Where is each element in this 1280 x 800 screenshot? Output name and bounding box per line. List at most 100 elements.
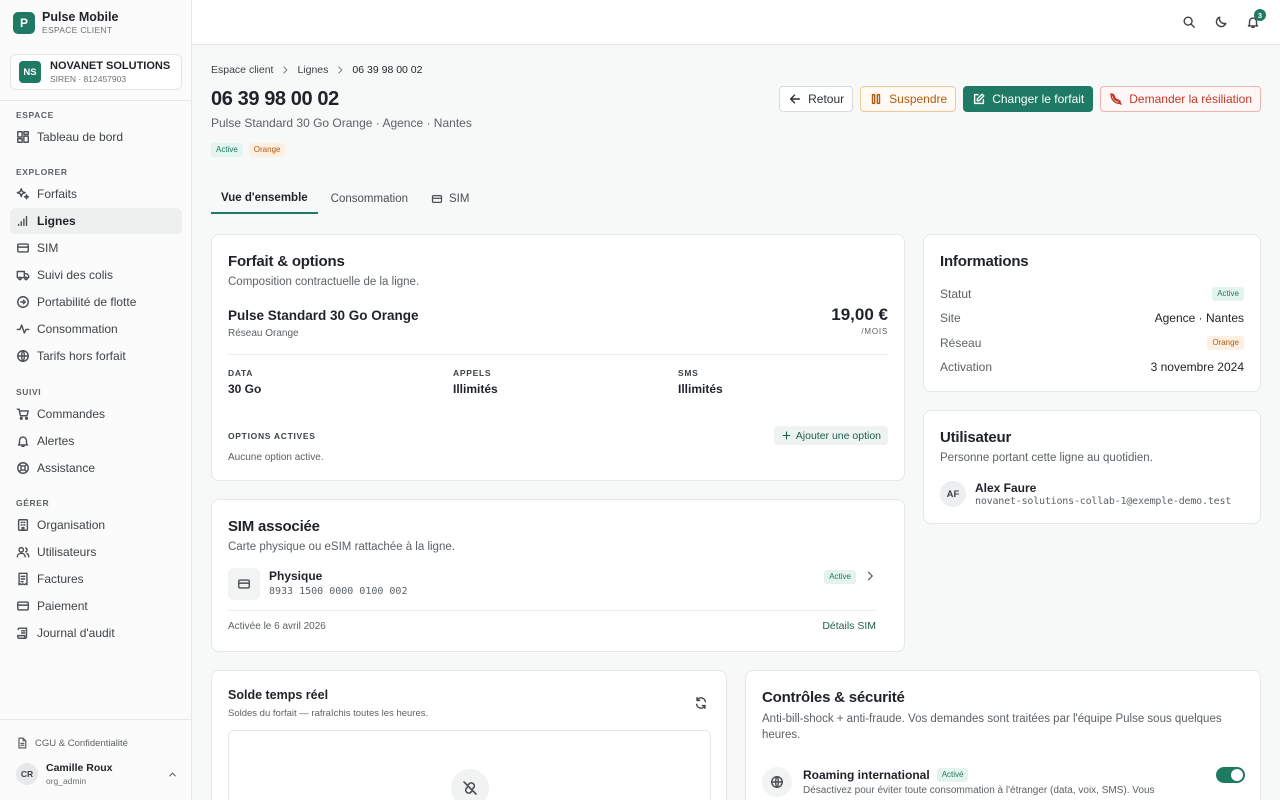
controls-card: Contrôles & sécurité Anti-bill-shock + a… xyxy=(745,670,1261,800)
sidebar-item-portabilite[interactable]: Portabilité de flotte xyxy=(10,289,182,315)
change-plan-button[interactable]: Changer le forfait xyxy=(963,86,1094,112)
sim-card: SIM associée Carte physique ou eSIM ratt… xyxy=(211,499,905,652)
sidebar-item-label: Organisation xyxy=(37,518,106,532)
sidebar-item-suivi-des-colis[interactable]: Suivi des colis xyxy=(10,262,182,288)
sidebar-item-factures[interactable]: Factures xyxy=(10,566,182,592)
nav-section-explorer: EXPLORER xyxy=(16,167,68,177)
options-label: OPTIONS ACTIVES xyxy=(228,431,316,441)
building-icon xyxy=(17,519,29,531)
scroll-icon xyxy=(17,627,28,639)
breadcrumb-home[interactable]: Espace client xyxy=(211,64,273,76)
sidebar-divider xyxy=(0,719,191,720)
balance-card-title: Solde temps réel xyxy=(228,688,329,702)
suspend-button[interactable]: Suspendre xyxy=(860,86,957,112)
sim-open-button[interactable] xyxy=(864,570,876,582)
tab-overview[interactable]: Vue d'ensemble xyxy=(211,184,318,214)
info-row-activation: Activation 3 novembre 2024 xyxy=(940,360,1244,374)
sidebar-item-label: Suivi des colis xyxy=(37,268,114,282)
network-badge: Orange xyxy=(248,143,286,157)
chevron-right-icon xyxy=(338,66,343,74)
theme-toggle-button[interactable] xyxy=(1214,15,1228,29)
sidebar-item-journal-audit[interactable]: Journal d'audit xyxy=(10,620,182,646)
cgu-label: CGU & Confidentialité xyxy=(35,737,128,749)
controls-card-title: Contrôles & sécurité xyxy=(762,689,905,706)
network-badge: Orange xyxy=(1207,336,1244,350)
brand[interactable]: P Pulse Mobile ESPACE CLIENT xyxy=(13,10,118,35)
back-button[interactable]: Retour xyxy=(779,86,854,112)
breadcrumb-lignes[interactable]: Lignes xyxy=(297,64,328,76)
notifications-button[interactable]: 3 xyxy=(1246,9,1266,29)
sidebar-item-label: Factures xyxy=(37,572,84,586)
sparkles-icon xyxy=(16,188,30,200)
bell-icon xyxy=(17,436,29,447)
line-user-name[interactable]: Alex Faure xyxy=(975,481,1036,495)
change-plan-button-label: Changer le forfait xyxy=(992,92,1085,106)
org-switcher[interactable]: NS NOVANET SOLUTIONS SIREN · 812457903 xyxy=(10,54,182,90)
sim-card-title: SIM associée xyxy=(228,518,320,535)
roaming-icon-circle xyxy=(762,767,792,797)
line-user-card: Utilisateur Personne portant cette ligne… xyxy=(923,410,1261,524)
info-label: Statut xyxy=(940,287,972,301)
info-label: Activation xyxy=(940,360,993,374)
link-off-icon xyxy=(463,781,477,795)
sidebar-item-consommation[interactable]: Consommation xyxy=(10,316,182,342)
user-role: org_admin xyxy=(46,776,87,786)
info-row-site: Site Agence · Nantes xyxy=(940,311,1244,325)
sidebar-item-commandes[interactable]: Commandes xyxy=(10,401,182,427)
avatar: CR xyxy=(16,763,38,785)
roaming-toggle[interactable] xyxy=(1216,767,1245,783)
sidebar-item-label: Journal d'audit xyxy=(37,626,115,640)
data-value: 30 Go xyxy=(228,382,262,396)
sidebar-item-label: Paiement xyxy=(37,599,88,613)
sidebar-item-sim[interactable]: SIM xyxy=(10,235,182,261)
terminate-button[interactable]: Demander la résiliation xyxy=(1100,86,1261,112)
plus-icon xyxy=(782,431,791,440)
user-card-subtitle: Personne portant cette ligne au quotidie… xyxy=(940,452,1153,464)
tab-sim[interactable]: SIM xyxy=(421,184,479,214)
data-label: DATA xyxy=(228,368,254,378)
plan-price-unit: /MOIS xyxy=(861,327,888,336)
refresh-button[interactable] xyxy=(694,696,708,710)
balance-placeholder xyxy=(228,730,711,800)
sidebar-item-label: Tarifs hors forfait xyxy=(37,349,126,363)
info-card: Informations Statut Active Site Agence ·… xyxy=(923,234,1261,392)
sidebar-item-lignes[interactable]: Lignes xyxy=(10,208,182,234)
notification-count-badge: 3 xyxy=(1254,9,1266,21)
card-icon xyxy=(238,579,250,589)
sidebar-item-label: Tableau de bord xyxy=(37,130,124,144)
sidebar-divider xyxy=(0,100,191,101)
avatar: AF xyxy=(940,481,966,507)
sim-status-badge: Active xyxy=(824,570,856,584)
sidebar-item-organisation[interactable]: Organisation xyxy=(10,512,182,538)
sidebar-item-forfaits[interactable]: Forfaits xyxy=(10,181,182,207)
sidebar-item-label: Assistance xyxy=(37,461,96,475)
search-button[interactable] xyxy=(1182,15,1196,29)
user-menu[interactable]: CR Camille Roux org_admin xyxy=(16,762,178,786)
sidebar-item-paiement[interactable]: Paiement xyxy=(10,593,182,619)
info-row-status: Statut Active xyxy=(940,287,1244,301)
add-option-button[interactable]: Ajouter une option xyxy=(773,426,888,445)
info-value: 3 novembre 2024 xyxy=(1150,360,1244,374)
sidebar-item-alertes[interactable]: Alertes xyxy=(10,428,182,454)
users-icon xyxy=(16,546,30,558)
sim-activated-date: Activée le 6 avril 2026 xyxy=(228,621,326,632)
topbar: 3 xyxy=(192,0,1280,45)
card-icon xyxy=(431,195,443,203)
sidebar-item-tarifs-hors-forfait[interactable]: Tarifs hors forfait xyxy=(10,343,182,369)
arrow-left-icon xyxy=(790,94,801,104)
cgu-link[interactable]: CGU & Confidentialité xyxy=(16,737,128,749)
plan-name: Pulse Standard 30 Go Orange xyxy=(228,308,419,323)
header-actions: Retour Suspendre Changer le forfait Dema… xyxy=(779,86,1261,112)
breadcrumb: Espace client Lignes 06 39 98 00 02 xyxy=(211,64,422,76)
sidebar-item-utilisateurs[interactable]: Utilisateurs xyxy=(10,539,182,565)
sim-iccid: 8933 1500 0000 0100 002 xyxy=(269,586,408,597)
status-badge: Active xyxy=(211,143,243,157)
brand-name: Pulse Mobile xyxy=(42,10,119,24)
sim-details-link[interactable]: Détails SIM xyxy=(822,620,876,632)
activity-icon xyxy=(16,324,30,334)
tab-consumption[interactable]: Consommation xyxy=(321,184,418,214)
roaming-status-badge: Activé xyxy=(936,768,969,782)
card-icon xyxy=(17,243,29,253)
sidebar-item-tableau-de-bord[interactable]: Tableau de bord xyxy=(10,124,182,150)
sidebar-item-assistance[interactable]: Assistance xyxy=(10,455,182,481)
